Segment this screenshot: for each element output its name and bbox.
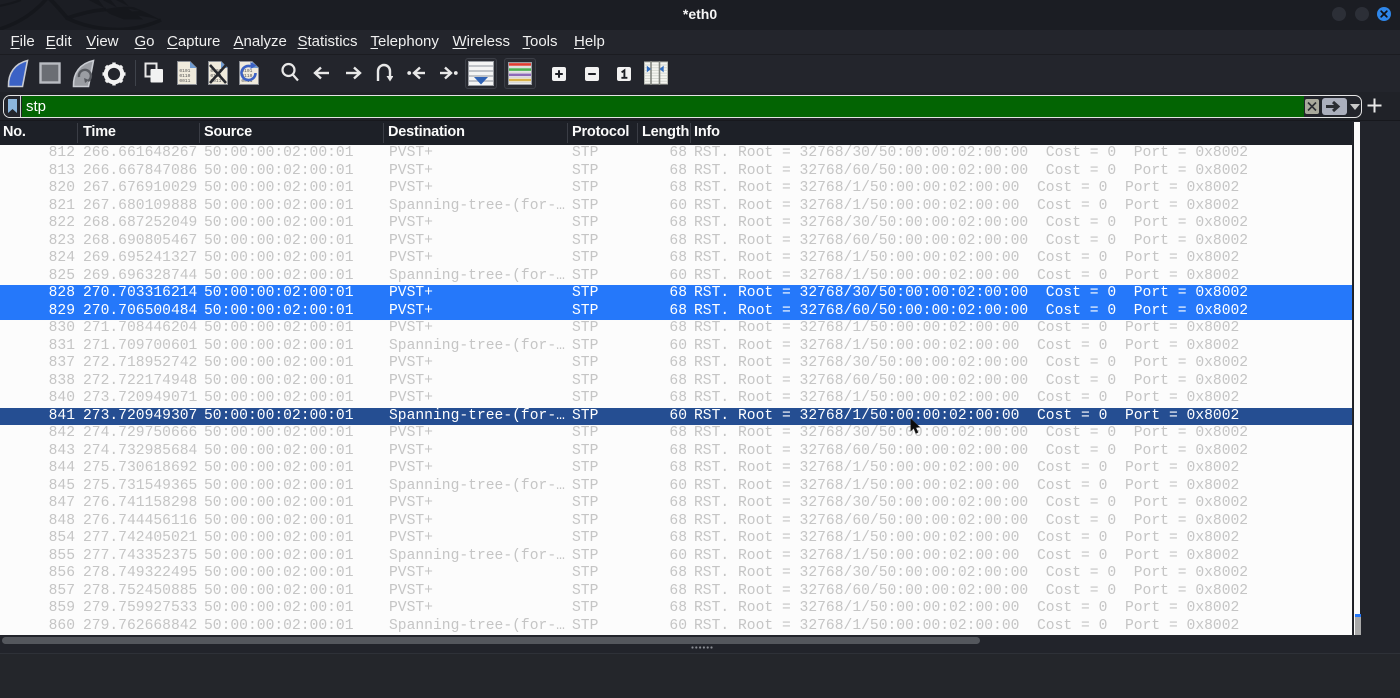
svg-text:0011: 0011 (179, 78, 190, 84)
